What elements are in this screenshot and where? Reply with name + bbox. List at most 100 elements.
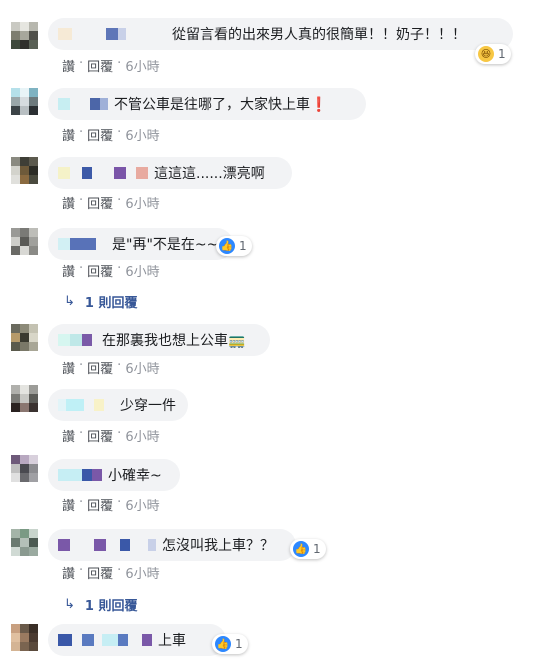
like-icon: 👍: [215, 636, 231, 652]
timestamp[interactable]: 6小時: [125, 56, 159, 75]
comment-text: 從留言看的出來男人真的很簡單！！奶子！！！: [172, 27, 466, 43]
separator: ·: [117, 563, 122, 578]
comment-text: 小確幸~: [108, 468, 162, 484]
timestamp[interactable]: 6小時: [125, 193, 159, 212]
comment-text: 不管公車是往哪了，大家快上車❗: [114, 97, 328, 113]
reply-link[interactable]: 回覆: [87, 358, 113, 377]
timestamp[interactable]: 6小時: [125, 563, 159, 582]
avatar[interactable]: [11, 157, 38, 184]
like-link[interactable]: 讚: [62, 358, 75, 377]
haha-icon: 😆: [478, 46, 494, 62]
timestamp[interactable]: 6小時: [125, 261, 159, 280]
comment-bubble: 這這這......漂亮啊: [48, 157, 292, 189]
avatar[interactable]: [11, 22, 38, 49]
comment-text: 少穿一件: [120, 398, 176, 414]
comment-bubble: 是"再"不是在~~~: [48, 228, 233, 260]
reaction-count[interactable]: 👍 1: [216, 236, 252, 256]
separator: ·: [117, 358, 122, 373]
like-link[interactable]: 讚: [62, 125, 75, 144]
comment-actions: 讚 · 回覆 · 6小時: [62, 426, 160, 445]
separator: ·: [117, 261, 122, 276]
comment: 是"再"不是在~~~ 👍 1 讚 · 回覆 · 6小時 ↳ 1 則回覆: [0, 222, 549, 317]
like-link[interactable]: 讚: [62, 193, 75, 212]
comment-text: 這這這......漂亮啊: [154, 166, 265, 182]
author-name[interactable]: [58, 238, 106, 250]
separator: ·: [79, 563, 84, 578]
reaction-count[interactable]: 👍 1: [212, 634, 248, 654]
comment: 上車 👍 1: [0, 622, 549, 667]
comment: 不管公車是往哪了，大家快上車❗ 讚 · 回覆 · 6小時: [0, 86, 549, 146]
like-link[interactable]: 讚: [62, 56, 75, 75]
timestamp[interactable]: 6小時: [125, 358, 159, 377]
reaction-count[interactable]: 😆 1: [475, 44, 511, 64]
separator: ·: [117, 193, 122, 208]
like-icon: 👍: [293, 541, 309, 557]
separator: ·: [79, 261, 84, 276]
like-link[interactable]: 讚: [62, 495, 75, 514]
separator: ·: [117, 426, 122, 441]
separator: ·: [117, 56, 122, 71]
author-name[interactable]: [58, 167, 148, 179]
like-link[interactable]: 讚: [62, 563, 75, 582]
comment-text: 上車: [158, 633, 186, 649]
avatar[interactable]: [11, 228, 38, 255]
reply-arrow-icon: ↳: [64, 597, 75, 612]
comment-bubble: 小確幸~: [48, 459, 180, 491]
reply-link[interactable]: 回覆: [87, 495, 113, 514]
view-replies-link[interactable]: ↳ 1 則回覆: [64, 292, 137, 311]
reply-link[interactable]: 回覆: [87, 125, 113, 144]
timestamp[interactable]: 6小時: [125, 426, 159, 445]
comment: 這這這......漂亮啊 讚 · 回覆 · 6小時: [0, 154, 549, 214]
view-replies-link[interactable]: ↳ 1 則回覆: [64, 595, 137, 614]
separator: ·: [79, 56, 84, 71]
reply-link[interactable]: 回覆: [87, 193, 113, 212]
reply-link[interactable]: 回覆: [87, 426, 113, 445]
like-link[interactable]: 讚: [62, 261, 75, 280]
author-name[interactable]: [58, 28, 126, 40]
separator: ·: [117, 495, 122, 510]
comment-actions: 讚 · 回覆 · 6小時: [62, 495, 160, 514]
comment-text: 怎沒叫我上車？？: [162, 538, 274, 554]
avatar[interactable]: [11, 529, 38, 556]
author-name[interactable]: [58, 98, 108, 110]
separator: ·: [79, 426, 84, 441]
comment-actions: 讚 · 回覆 · 6小時: [62, 261, 160, 280]
avatar[interactable]: [11, 324, 38, 351]
reaction-count[interactable]: 👍 1: [290, 539, 326, 559]
comment: 小確幸~ 讚 · 回覆 · 6小時: [0, 455, 549, 515]
comment-bubble: 上車: [48, 624, 226, 656]
comment-text: 是"再"不是在~~~: [112, 237, 231, 253]
author-name[interactable]: [58, 399, 104, 411]
comment: 從留言看的出來男人真的很簡單！！奶子！！！ 😆 1 讚 · 回覆 · 6小時: [0, 0, 549, 80]
timestamp[interactable]: 6小時: [125, 495, 159, 514]
separator: ·: [79, 125, 84, 140]
comment-actions: 讚 · 回覆 · 6小時: [62, 125, 160, 144]
reply-arrow-icon: ↳: [64, 294, 75, 309]
comment: 少穿一件 讚 · 回覆 · 6小時: [0, 385, 549, 445]
reply-link[interactable]: 回覆: [87, 563, 113, 582]
comment: 在那裏我也想上公車🚃 讚 · 回覆 · 6小時: [0, 320, 549, 380]
like-icon: 👍: [219, 238, 235, 254]
comment-actions: 讚 · 回覆 · 6小時: [62, 56, 160, 75]
comment-text: 在那裏我也想上公車🚃: [102, 333, 246, 349]
comment-bubble: 怎沒叫我上車？？: [48, 529, 296, 561]
comment-bubble: 不管公車是往哪了，大家快上車❗: [48, 88, 366, 120]
avatar[interactable]: [11, 624, 38, 651]
author-name[interactable]: [58, 469, 102, 481]
comment-bubble: 從留言看的出來男人真的很簡單！！奶子！！！: [48, 18, 513, 50]
avatar[interactable]: [11, 455, 38, 482]
separator: ·: [79, 358, 84, 373]
comment-bubble: 在那裏我也想上公車🚃: [48, 324, 270, 356]
author-name[interactable]: [58, 539, 156, 551]
timestamp[interactable]: 6小時: [125, 125, 159, 144]
comment-actions: 讚 · 回覆 · 6小時: [62, 358, 160, 377]
separator: ·: [117, 125, 122, 140]
avatar[interactable]: [11, 88, 38, 115]
avatar[interactable]: [11, 385, 38, 412]
author-name[interactable]: [58, 634, 152, 646]
like-link[interactable]: 讚: [62, 426, 75, 445]
separator: ·: [79, 193, 84, 208]
author-name[interactable]: [58, 334, 96, 346]
reply-link[interactable]: 回覆: [87, 261, 113, 280]
reply-link[interactable]: 回覆: [87, 56, 113, 75]
